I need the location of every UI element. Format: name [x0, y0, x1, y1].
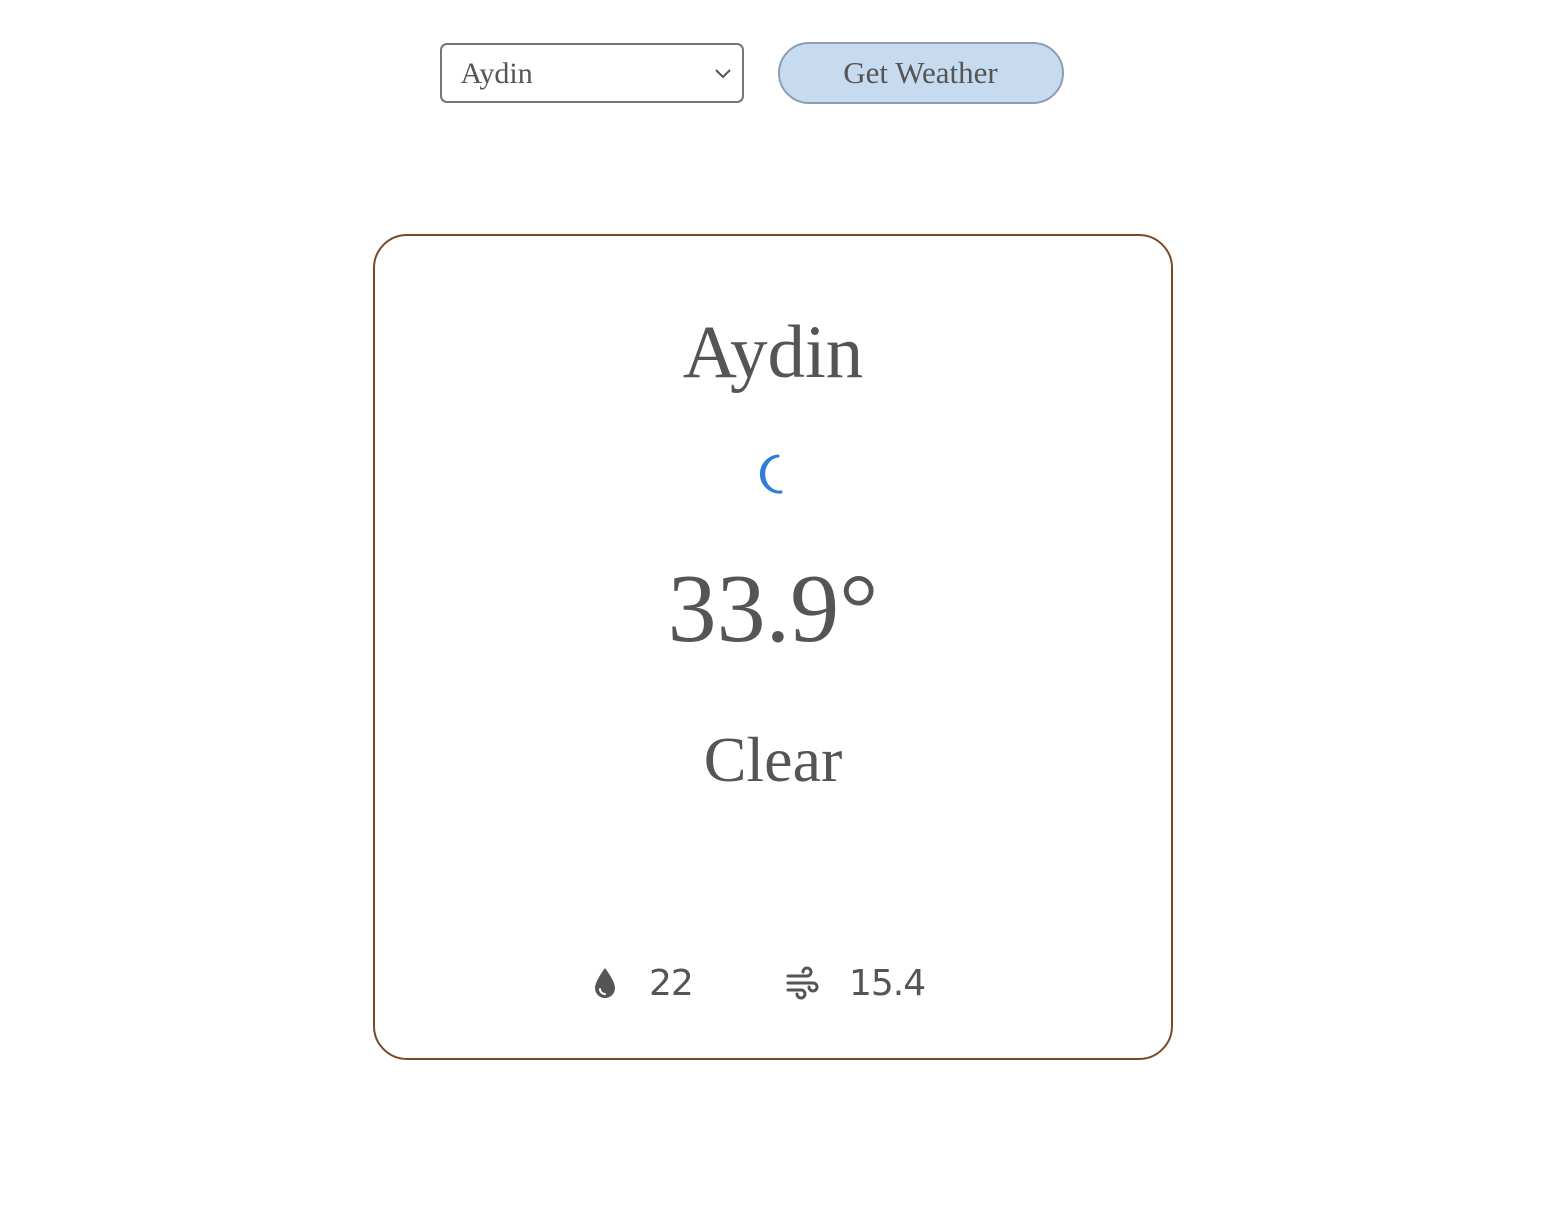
controls-bar: Aydin Get Weather	[0, 42, 1553, 104]
city-select-value: Aydin	[460, 57, 533, 90]
chevron-down-icon	[714, 69, 731, 79]
get-weather-button[interactable]: Get Weather	[777, 42, 1064, 104]
temperature: 33.9°	[667, 555, 879, 663]
wind-value: 15.4	[849, 962, 926, 1004]
humidity-value: 22	[649, 962, 694, 1004]
weather-description: Clear	[703, 724, 843, 795]
moon-icon	[759, 454, 783, 494]
wind-icon	[786, 966, 819, 1000]
city-name: Aydin	[682, 311, 864, 394]
weather-card: Aydin 33.9° Clear 22 15.4	[373, 234, 1173, 1060]
water-drop-icon	[595, 968, 615, 998]
wind-stat: 15.4	[785, 958, 926, 1008]
humidity-stat: 22	[591, 958, 694, 1008]
city-select[interactable]: Aydin	[439, 43, 744, 103]
weather-stats: 22 15.4	[375, 958, 1171, 1008]
